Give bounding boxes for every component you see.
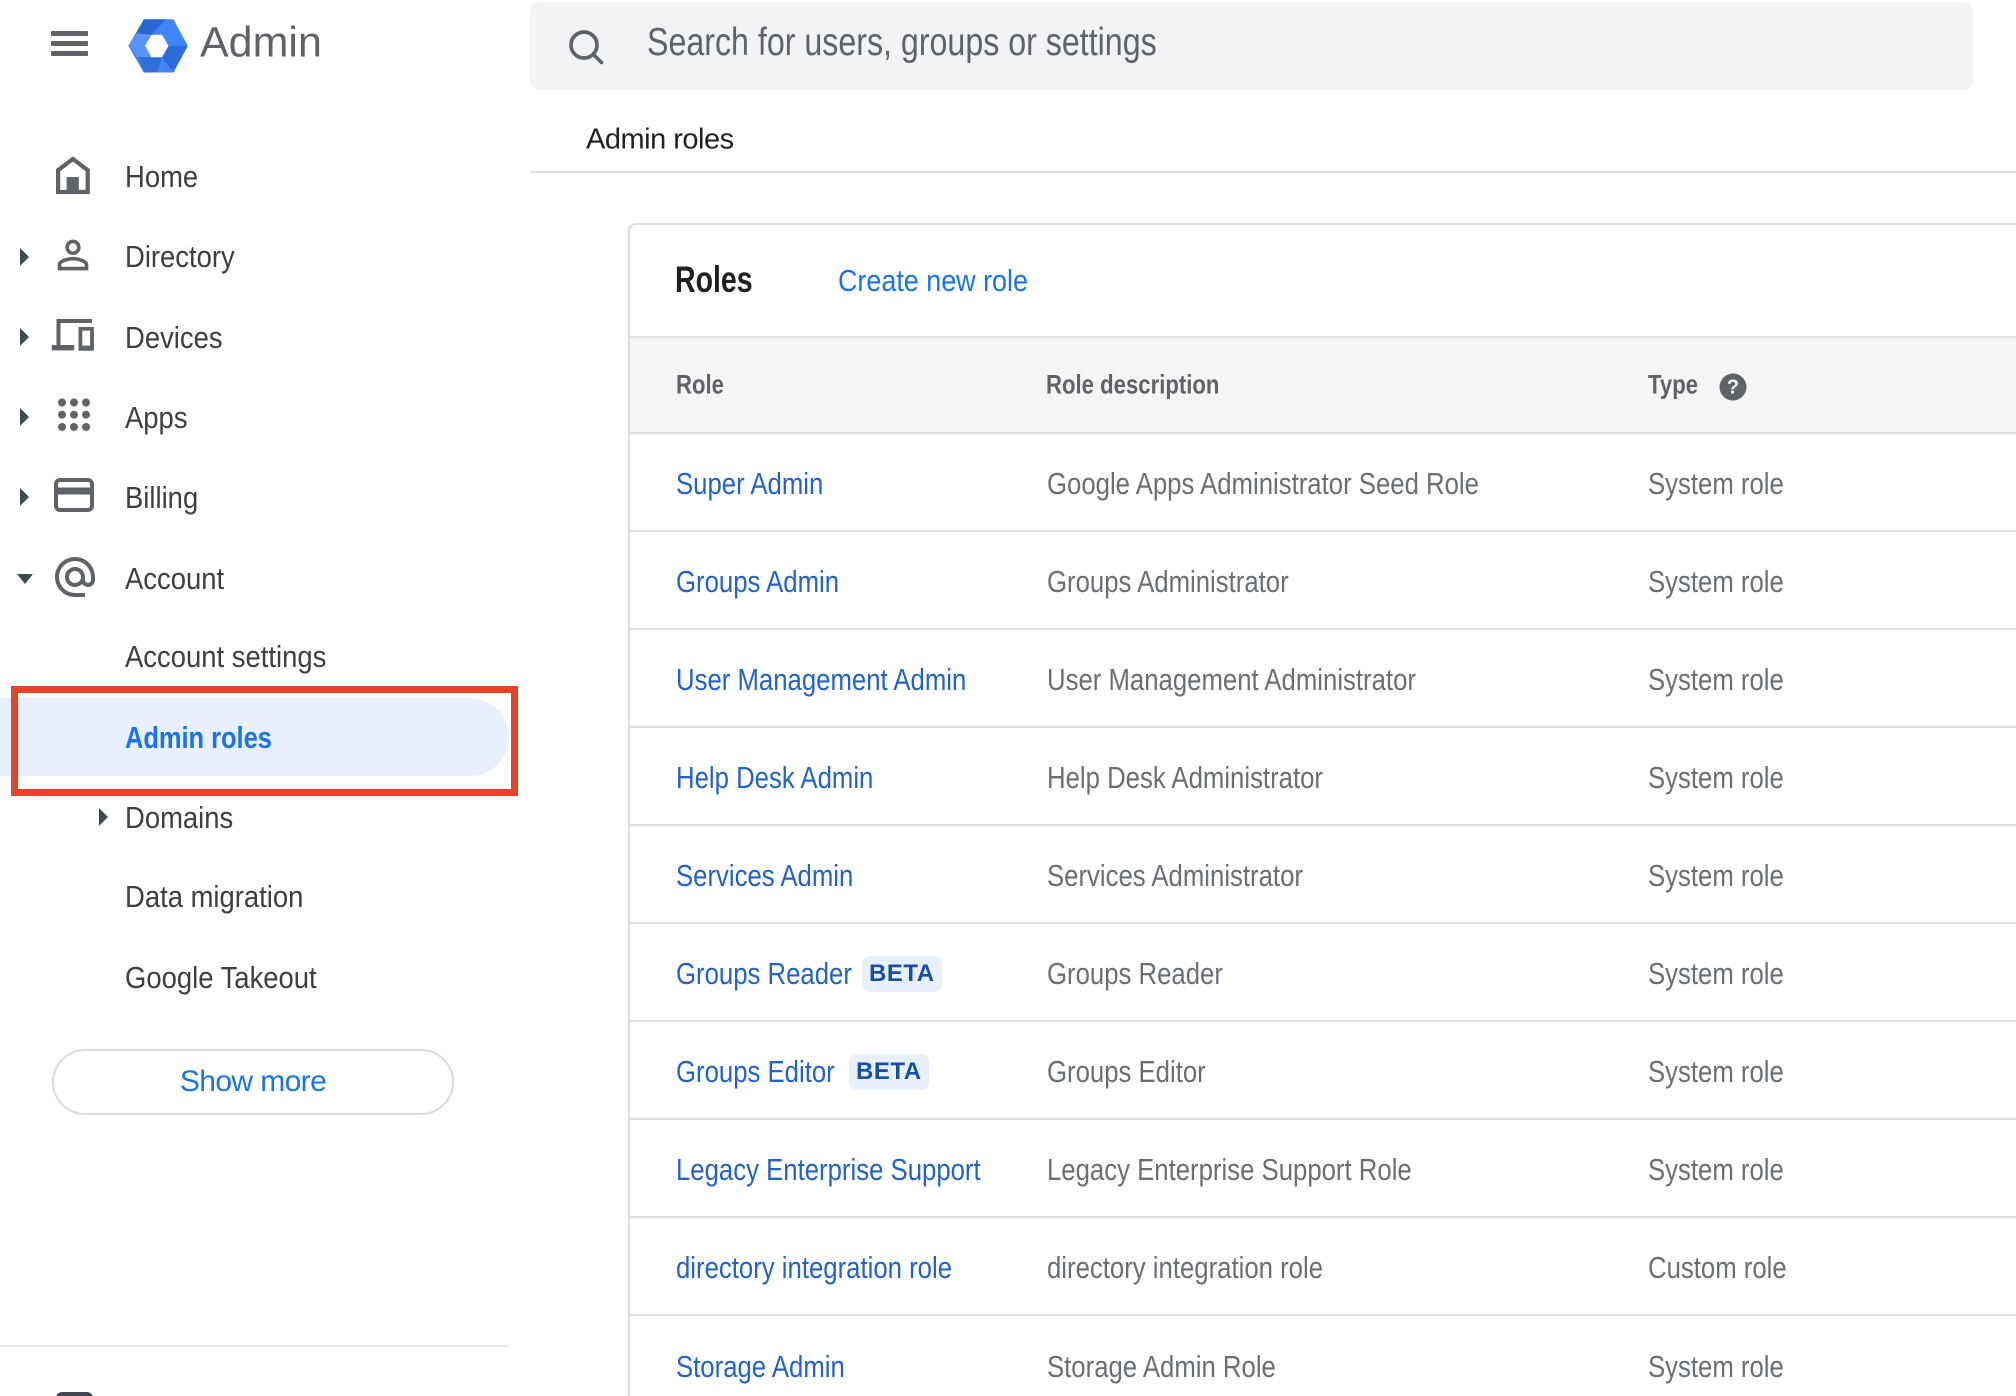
svg-text:?: ? (1727, 377, 1739, 399)
